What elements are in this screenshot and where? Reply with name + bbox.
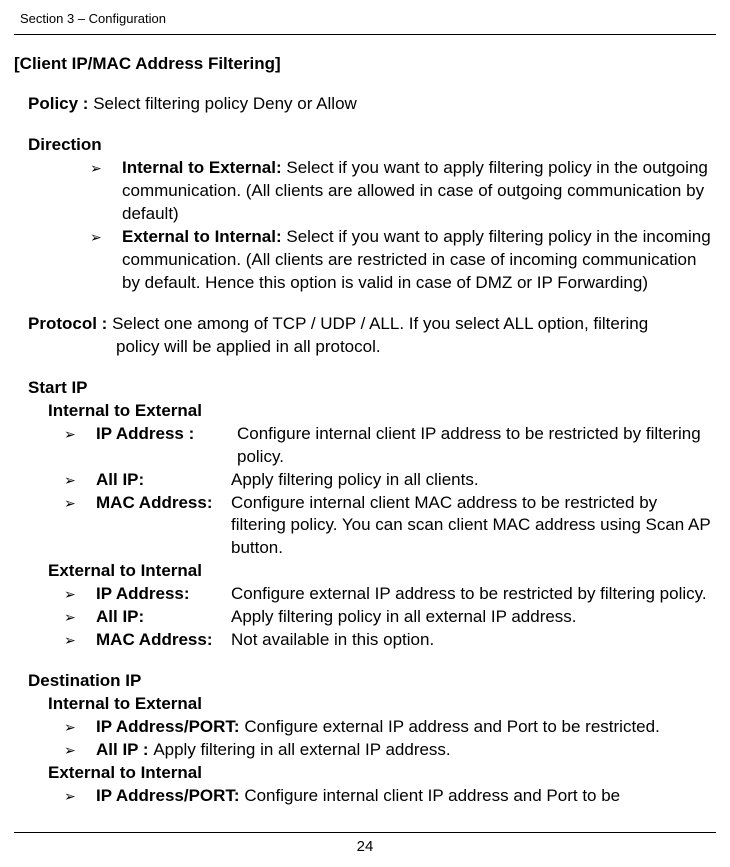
list-item: IP Address/PORT: Configure internal clie… bbox=[64, 785, 716, 808]
def-term: IP Address: bbox=[96, 583, 231, 606]
def-term: All IP: bbox=[96, 606, 231, 629]
policy-label: Policy : bbox=[28, 94, 93, 113]
def-desc: Configure external IP address and Port t… bbox=[244, 717, 659, 736]
def-desc: Apply filtering policy in all clients. bbox=[231, 469, 716, 492]
protocol-line2: policy will be applied in all protocol. bbox=[28, 336, 716, 359]
def-term: All IP: bbox=[96, 469, 231, 492]
startip-label: Start IP bbox=[14, 377, 716, 400]
protocol-label: Protocol : bbox=[28, 314, 112, 333]
list-item: IP Address : Configure internal client I… bbox=[64, 423, 716, 469]
page-number: 24 bbox=[357, 838, 374, 855]
direction-term: External to Internal: bbox=[122, 227, 286, 246]
def-term: All IP : bbox=[96, 740, 153, 759]
direction-list: Internal to External: Select if you want… bbox=[14, 157, 716, 295]
startip-e2i-label: External to Internal bbox=[14, 560, 716, 583]
direction-item: External to Internal: Select if you want… bbox=[90, 226, 716, 295]
destip-i2e-list: IP Address/PORT: Configure external IP a… bbox=[14, 716, 716, 762]
list-item: MAC Address: Not available in this optio… bbox=[64, 629, 716, 652]
def-desc: Apply filtering in all external IP addre… bbox=[153, 740, 450, 759]
startip-e2i-list: IP Address: Configure external IP addres… bbox=[14, 583, 716, 652]
list-item: All IP : Apply filtering in all external… bbox=[64, 739, 716, 762]
page-footer: 24 bbox=[14, 832, 716, 857]
startip-i2e-label: Internal to External bbox=[14, 400, 716, 423]
list-item: All IP: Apply filtering policy in all ex… bbox=[64, 606, 716, 629]
def-desc: Apply filtering policy in all external I… bbox=[231, 606, 716, 629]
protocol-block: Protocol : Select one among of TCP / UDP… bbox=[14, 313, 716, 359]
def-term: MAC Address: bbox=[96, 492, 231, 515]
def-term: IP Address/PORT: bbox=[96, 786, 244, 805]
list-item: IP Address: Configure external IP addres… bbox=[64, 583, 716, 606]
policy-line: Policy : Select filtering policy Deny or… bbox=[14, 93, 716, 116]
list-item: IP Address/PORT: Configure external IP a… bbox=[64, 716, 716, 739]
section-header: Section 3 – Configuration bbox=[14, 10, 716, 35]
destip-label: Destination IP bbox=[14, 670, 716, 693]
def-term: IP Address/PORT: bbox=[96, 717, 244, 736]
direction-label: Direction bbox=[14, 134, 716, 157]
destip-e2i-list: IP Address/PORT: Configure internal clie… bbox=[14, 785, 716, 808]
page-title: [Client IP/MAC Address Filtering] bbox=[14, 53, 716, 76]
list-item: All IP: Apply filtering policy in all cl… bbox=[64, 469, 716, 492]
destip-i2e-label: Internal to External bbox=[14, 693, 716, 716]
def-desc: Not available in this option. bbox=[231, 629, 716, 652]
protocol-line1: Select one among of TCP / UDP / ALL. If … bbox=[112, 314, 648, 333]
direction-item: Internal to External: Select if you want… bbox=[90, 157, 716, 226]
def-desc: Configure external IP address to be rest… bbox=[231, 583, 716, 606]
startip-i2e-list: IP Address : Configure internal client I… bbox=[14, 423, 716, 561]
destip-e2i-label: External to Internal bbox=[14, 762, 716, 785]
direction-term: Internal to External: bbox=[122, 158, 286, 177]
def-desc: Configure internal client IP address to … bbox=[231, 423, 716, 469]
list-item: MAC Address: Configure internal client M… bbox=[64, 492, 716, 561]
def-desc: Configure internal client IP address and… bbox=[244, 786, 620, 805]
policy-text: Select filtering policy Deny or Allow bbox=[93, 94, 357, 113]
def-term: MAC Address: bbox=[96, 629, 231, 652]
def-term: IP Address : bbox=[96, 423, 231, 446]
def-desc: Configure internal client MAC address to… bbox=[231, 492, 716, 561]
